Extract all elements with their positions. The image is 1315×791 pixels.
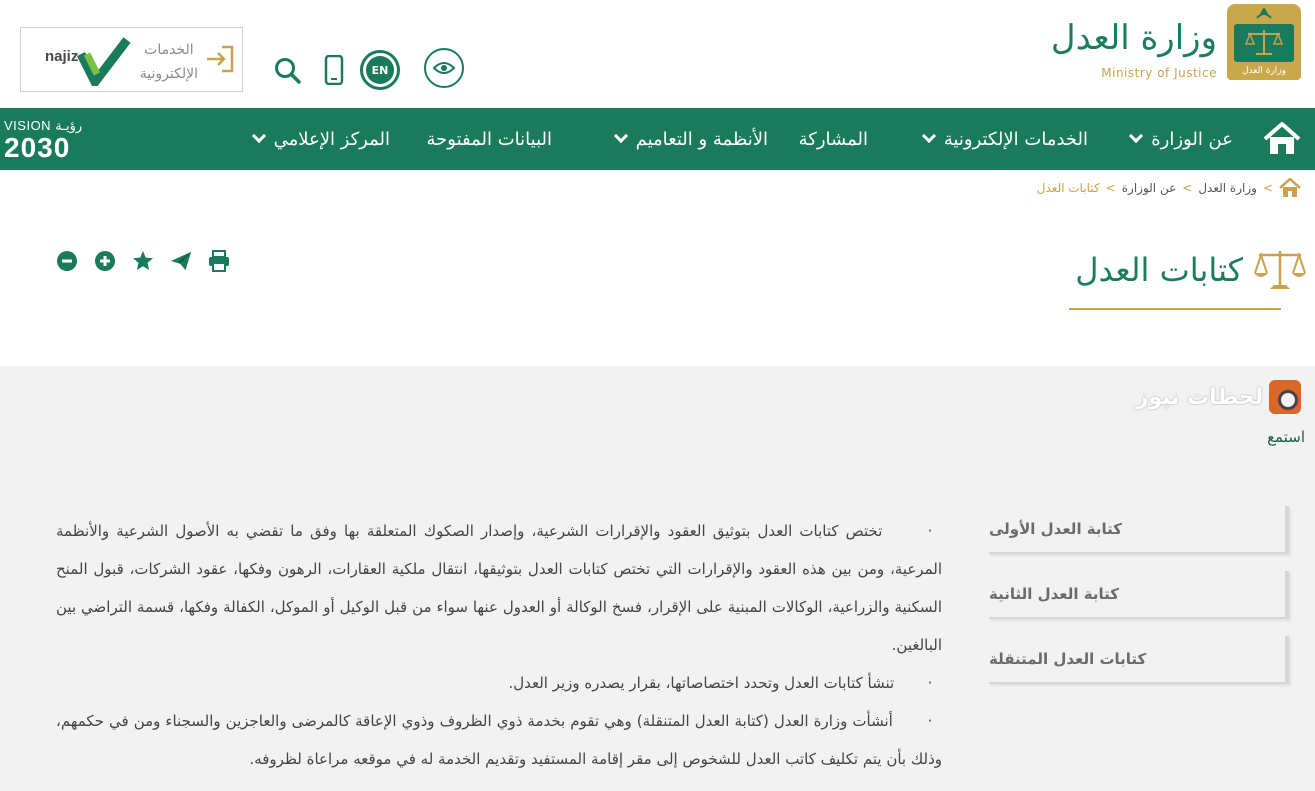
language-english-button[interactable]: EN (360, 50, 400, 90)
article-body: · تختص كتابات العدل بتوثيق العقود والإقر… (56, 512, 942, 778)
main-navigation: عن الوزارة الخدمات الإلكترونية المشاركة … (0, 108, 1315, 170)
title-underline (1069, 308, 1281, 310)
chevron-down-icon (921, 128, 936, 144)
mobile-phone-icon[interactable] (324, 55, 344, 85)
nav-item-about[interactable]: عن الوزارة (1129, 108, 1233, 170)
chevron-down-icon (1129, 128, 1144, 144)
side-item-mobile-notary[interactable]: كتابات العدل المتنقلة (989, 636, 1289, 684)
emblem-scales (1234, 24, 1294, 62)
send-icon (170, 251, 192, 271)
decrease-font-button[interactable] (56, 250, 78, 272)
favorite-button[interactable] (132, 250, 154, 272)
page-tools (56, 250, 230, 272)
bullet: · (927, 674, 933, 692)
plus-circle-icon (95, 251, 115, 271)
ministry-logo[interactable]: وزارة العدل وزارة العدل Ministry of Just… (1051, 4, 1301, 80)
search-icon[interactable] (274, 57, 302, 85)
paragraph: · تختص كتابات العدل بتوثيق العقود والإقر… (56, 512, 942, 664)
login-arrow-icon (207, 45, 234, 73)
lahazat-news-watermark: لحظات نيوز (1136, 380, 1301, 414)
bullet: · (927, 712, 933, 730)
breadcrumb: > وزارة العدل > عن الوزارة > كتابات العد… (1037, 178, 1301, 198)
en-label: EN (366, 56, 394, 84)
side-menu: كتابة العدل الأولى كتابة العدل الثانية ك… (989, 506, 1289, 701)
vision-2030-logo[interactable]: VISION رؤيـة 2030 (4, 118, 104, 164)
printer-icon (209, 250, 229, 272)
emblem-text: وزارة العدل (1242, 66, 1286, 76)
content-area: لحظات نيوز استمع كتابة العدل الأولى كتاب… (0, 366, 1315, 791)
scales-icon (1254, 251, 1306, 289)
breadcrumb-separator: > (1105, 181, 1116, 195)
home-icon[interactable] (1279, 178, 1301, 198)
nav-item-media-center[interactable]: المركز الإعلامي (251, 108, 390, 170)
eye-icon (433, 62, 455, 74)
breadcrumb-separator: > (1182, 181, 1193, 195)
page-title: كتابات العدل (1075, 251, 1243, 289)
eservices-button[interactable]: najiz الخدمات الإلكترونية (20, 27, 243, 92)
breadcrumb-link-ministry[interactable]: وزارة العدل (1198, 181, 1257, 195)
star-icon (133, 251, 153, 270)
watermark-text: لحظات نيوز (1135, 384, 1263, 410)
increase-font-button[interactable] (94, 250, 116, 272)
najiz-logo: najiz (31, 34, 131, 86)
eservices-label: الخدمات الإلكترونية (139, 42, 198, 82)
bullet: · (927, 522, 933, 540)
nav-item-regulations[interactable]: الأنظمة و التعاميم (613, 108, 768, 170)
logo-english-text: Ministry of Justice (1101, 66, 1217, 80)
share-button[interactable] (170, 250, 192, 272)
ministry-emblem: وزارة العدل (1227, 4, 1301, 80)
nav-item-participation[interactable]: المشاركة (799, 108, 868, 170)
minus-circle-icon (57, 251, 77, 271)
accessibility-button[interactable] (424, 48, 464, 88)
logo-arabic-text: وزارة العدل (1050, 18, 1217, 58)
najiz-label: najiz (45, 48, 79, 65)
listen-button[interactable]: استمع (1267, 428, 1305, 446)
print-button[interactable] (208, 250, 230, 272)
side-item-first-notary[interactable]: كتابة العدل الأولى (989, 506, 1289, 554)
nav-item-eservices[interactable]: الخدمات الإلكترونية (921, 108, 1088, 170)
breadcrumb-separator: > (1262, 181, 1273, 195)
site-header: وزارة العدل وزارة العدل Ministry of Just… (0, 0, 1315, 108)
najiz-check-icon (77, 37, 131, 86)
breadcrumb-link-about[interactable]: عن الوزارة (1122, 181, 1177, 195)
paragraph: · أنشأت وزارة العدل (كتابة العدل المتنقل… (56, 702, 942, 778)
nav-item-open-data[interactable]: البيانات المفتوحة (427, 108, 553, 170)
camera-icon (1269, 380, 1301, 414)
breadcrumb-current: كتابات العدل (1036, 181, 1100, 195)
page-title-block: كتابات العدل (1075, 240, 1307, 300)
home-icon[interactable] (1263, 122, 1301, 156)
side-item-second-notary[interactable]: كتابة العدل الثانية (989, 571, 1289, 619)
chevron-down-icon (613, 128, 628, 144)
chevron-down-icon (251, 128, 266, 144)
paragraph: · تنشأ كتابات العدل وتحدد اختصاصاتها، بق… (56, 664, 942, 702)
